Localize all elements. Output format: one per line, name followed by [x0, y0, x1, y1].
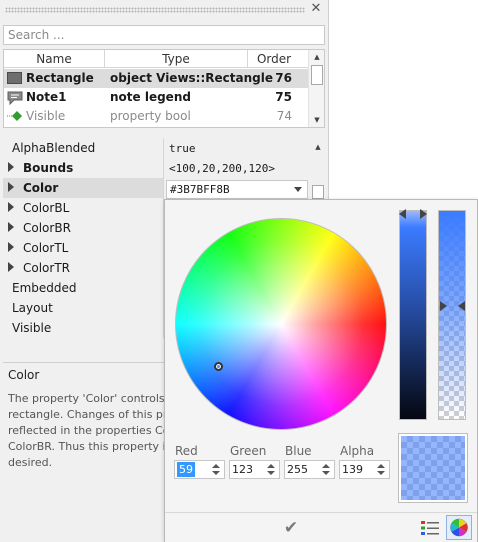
- prop-name: Embedded: [12, 281, 77, 295]
- decrement-icon[interactable]: [212, 471, 220, 475]
- green-spinbox[interactable]: [229, 460, 280, 479]
- checkmark-icon[interactable]: ✔: [273, 516, 309, 540]
- color-value-dropdown[interactable]: #3B7BFF8B: [166, 180, 308, 199]
- alpha-marker-left[interactable]: [440, 301, 447, 311]
- expand-arrow-icon[interactable]: [8, 182, 14, 192]
- increment-icon[interactable]: [377, 464, 385, 468]
- picker-footer: ✔: [165, 512, 477, 542]
- value-slider[interactable]: [399, 210, 427, 420]
- green-input[interactable]: [232, 462, 262, 477]
- prop-visible[interactable]: Visible: [3, 318, 163, 338]
- color-picker-popup: Red Green Blue Alpha 59 ✔: [164, 199, 478, 542]
- row-type: note legend: [110, 90, 191, 104]
- decrement-icon[interactable]: [322, 471, 330, 475]
- scroll-up-icon[interactable]: ▲: [309, 51, 324, 63]
- alpha-spinbox[interactable]: [339, 460, 390, 479]
- search-field[interactable]: [3, 25, 325, 45]
- color-value-text: #3B7BFF8B: [170, 183, 230, 196]
- prop-colorbl[interactable]: ColorBL: [3, 198, 163, 218]
- blue-spinbox[interactable]: [284, 460, 335, 479]
- wheel-cursor[interactable]: [214, 362, 223, 371]
- red-value-selected[interactable]: 59: [177, 462, 195, 477]
- red-spinbox[interactable]: 59: [174, 460, 225, 479]
- list-header: Name Type Order: [4, 50, 309, 68]
- prop-layout[interactable]: Layout: [3, 298, 163, 318]
- scroll-down-icon[interactable]: ▼: [309, 114, 324, 126]
- red-label: Red: [175, 444, 198, 458]
- prop-name: Visible: [12, 321, 52, 335]
- increment-icon[interactable]: [322, 464, 330, 468]
- value-marker-right[interactable]: [420, 209, 427, 219]
- expand-arrow-icon[interactable]: [8, 242, 14, 252]
- prop-embedded[interactable]: Embedded: [3, 278, 163, 298]
- decrement-icon[interactable]: [377, 471, 385, 475]
- prop-name: ColorBR: [23, 221, 71, 235]
- description-title: Color: [8, 368, 40, 382]
- expand-arrow-icon[interactable]: [8, 162, 14, 172]
- search-input[interactable]: [4, 26, 324, 44]
- rectangle-icon: [7, 72, 22, 84]
- list-scrollbar[interactable]: ▲ ▼: [308, 50, 324, 127]
- green-label: Green: [230, 444, 267, 458]
- color-list-icon[interactable]: [420, 519, 440, 537]
- column-header-name[interactable]: Name: [4, 52, 104, 66]
- column-header-type[interactable]: Type: [105, 52, 247, 66]
- prop-colortr[interactable]: ColorTR: [3, 258, 163, 278]
- alpha-slider[interactable]: [438, 210, 466, 420]
- prop-value-bounds[interactable]: <100,20,200,120>: [169, 162, 275, 175]
- prop-colorbr[interactable]: ColorBR: [3, 218, 163, 238]
- prop-name: ColorTL: [23, 241, 69, 255]
- color-wheel-icon: [450, 518, 468, 537]
- scroll-thumb[interactable]: [311, 65, 323, 85]
- row-type: property bool: [110, 109, 191, 123]
- chevron-down-icon[interactable]: [294, 187, 302, 192]
- expand-arrow-icon[interactable]: [8, 202, 14, 212]
- alpha-label: Alpha: [340, 444, 375, 458]
- row-order: 76: [275, 71, 292, 85]
- color-preview-swatch: [398, 433, 468, 503]
- prop-name: Layout: [12, 301, 53, 315]
- decrement-icon[interactable]: [267, 471, 275, 475]
- drag-grip[interactable]: [5, 7, 305, 13]
- row-order: 74: [276, 109, 292, 123]
- value-marker-left[interactable]: [399, 209, 406, 219]
- prop-color[interactable]: Color: [3, 178, 163, 198]
- row-order: 75: [275, 90, 292, 104]
- blue-label: Blue: [285, 444, 312, 458]
- color-wheel[interactable]: [175, 218, 387, 430]
- increment-icon[interactable]: [267, 464, 275, 468]
- expand-arrow-icon[interactable]: [8, 222, 14, 232]
- row-name: Visible: [26, 109, 66, 123]
- row-type: object Views::Rectangle: [110, 71, 273, 85]
- close-icon[interactable]: ✕: [309, 2, 323, 16]
- prop-colortl[interactable]: ColorTL: [3, 238, 163, 258]
- panel-title-bar[interactable]: ✕: [0, 0, 329, 20]
- list-row-visible[interactable]: Visible property bool 74: [4, 107, 309, 126]
- prop-bounds[interactable]: Bounds: [3, 158, 163, 178]
- column-header-order[interactable]: Order: [248, 52, 300, 66]
- property-icon: [7, 111, 22, 121]
- row-name: Rectangle: [26, 71, 94, 85]
- scroll-up-icon[interactable]: ▲: [310, 141, 326, 153]
- increment-icon[interactable]: [212, 464, 220, 468]
- prop-name: Bounds: [23, 161, 74, 175]
- object-list: Name Type Order Rectangle object Views::…: [3, 49, 325, 128]
- note-icon: [7, 91, 23, 105]
- alpha-input[interactable]: [342, 462, 372, 477]
- description-text: The property 'Color' controls t rectangl…: [8, 392, 166, 469]
- color-wheel-mode-button[interactable]: [446, 515, 472, 540]
- prop-alphablended[interactable]: AlphaBlended: [3, 138, 163, 158]
- prop-name: AlphaBlended: [12, 141, 96, 155]
- row-name: Note1: [26, 90, 67, 104]
- prop-value-alphablended[interactable]: true: [169, 142, 196, 155]
- list-row-note1[interactable]: Note1 note legend 75: [4, 88, 309, 107]
- alpha-marker-right[interactable]: [458, 301, 465, 311]
- prop-name: Color: [23, 181, 59, 195]
- blue-input[interactable]: [287, 462, 317, 477]
- scroll-thumb[interactable]: [312, 185, 324, 199]
- prop-name: ColorBL: [23, 201, 70, 215]
- expand-arrow-icon[interactable]: [8, 262, 14, 272]
- prop-name: ColorTR: [23, 261, 70, 275]
- list-row-rectangle[interactable]: Rectangle object Views::Rectangle 76: [4, 69, 309, 88]
